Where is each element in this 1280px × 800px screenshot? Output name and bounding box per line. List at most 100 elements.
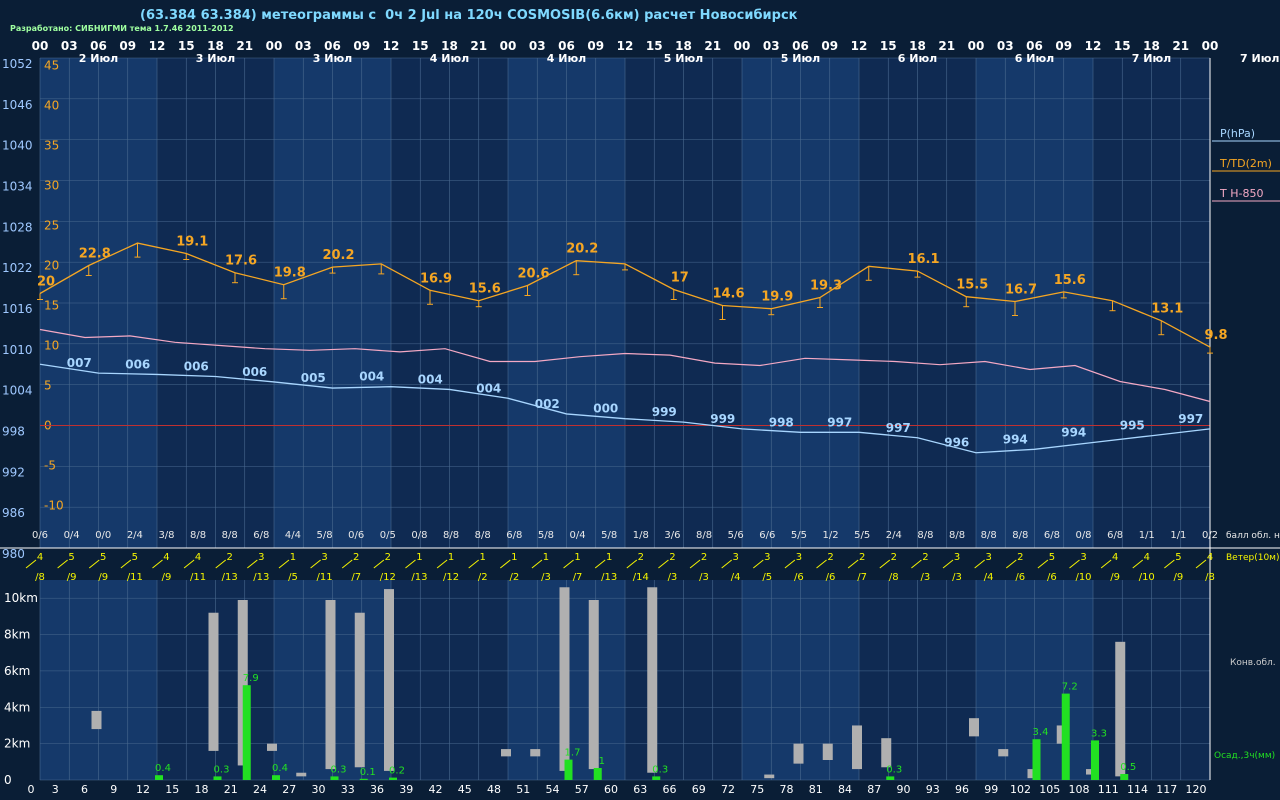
pressure-label: 997 (827, 415, 852, 429)
hour-tick-lower: 63 (633, 783, 647, 796)
wind-arrow (120, 559, 132, 569)
wind-speed: 2 (827, 552, 833, 563)
wind-gust: /4 (731, 572, 741, 583)
wind-arrow (752, 559, 764, 569)
hour-tick-lower: 15 (165, 783, 179, 796)
temp-label: 17 (671, 271, 689, 286)
hour-tick: 06 (558, 39, 575, 53)
wind-gust: /11 (317, 572, 333, 583)
precip-bar (1120, 774, 1129, 780)
hour-tick-lower: 57 (575, 783, 589, 796)
wind-arrow (626, 559, 638, 569)
temp-label: 15.6 (1054, 273, 1086, 288)
wind-speed: 4 (163, 552, 169, 563)
hour-tick-lower: 24 (253, 783, 267, 796)
hour-tick: 18 (675, 39, 692, 53)
hour-tick: 15 (646, 39, 663, 53)
hour-tick-lower: 60 (604, 783, 618, 796)
pressure-label: 007 (67, 356, 92, 370)
wind-arrow (689, 559, 701, 569)
wind-speed: 1 (448, 552, 454, 563)
hour-tick-lower: 105 (1039, 783, 1060, 796)
wind-speed: 1 (416, 552, 422, 563)
legend-conv: Конв.обл. (1230, 658, 1276, 668)
wind-arrow (1037, 559, 1049, 569)
hour-tick: 21 (1172, 39, 1189, 53)
temp-tick: 15 (44, 299, 59, 313)
temp-tick: 25 (44, 219, 59, 233)
pressure-tick: 1052 (2, 57, 33, 71)
wind-arrow (468, 559, 480, 569)
pressure-tick: 1022 (2, 261, 33, 275)
precip-label: 0.5 (1120, 762, 1136, 773)
temp-label: 17.6 (225, 254, 257, 269)
wind-speed: 5 (68, 552, 74, 563)
hour-tick: 00 (266, 39, 283, 53)
pressure-label: 004 (359, 370, 384, 384)
precip-label: 0.3 (886, 764, 902, 775)
cloud-fraction: 0/8 (1075, 530, 1091, 541)
pressure-label: 004 (476, 381, 501, 395)
pressure-tick: 998 (2, 425, 25, 439)
precip-bar (213, 776, 222, 780)
hour-tick: 09 (821, 39, 838, 53)
conv-cloud-bar (296, 772, 307, 777)
temp-label: 19.9 (761, 290, 793, 305)
hour-tick-lower: 114 (1127, 783, 1148, 796)
precip-bar (330, 776, 339, 780)
pressure-label: 997 (886, 421, 911, 435)
hour-tick-lower: 96 (955, 783, 969, 796)
wind-arrow (152, 559, 163, 569)
cloud-fraction: 8/8 (696, 530, 712, 541)
hour-tick-lower: 12 (136, 783, 150, 796)
wind-gust: /3 (952, 572, 962, 583)
cloud-fraction: 0/4 (64, 530, 80, 541)
wind-arrow (25, 559, 37, 569)
wind-gust: /9 (1110, 572, 1120, 583)
temp-tick: 45 (44, 59, 59, 73)
conv-cloud-bar (881, 738, 892, 768)
conv-cloud-bar (852, 725, 862, 770)
wind-speed: 3 (321, 552, 327, 563)
height-tick: 10km (4, 591, 38, 605)
wind-arrow (247, 559, 258, 569)
cloud-fraction: 0/2 (1202, 530, 1218, 541)
wind-arrow (721, 559, 732, 569)
pressure-tick: 980 (2, 547, 25, 561)
precip-bar (564, 759, 573, 780)
cloud-fraction: 0/6 (348, 530, 364, 541)
wind-arrow (1132, 559, 1144, 569)
height-tick: 6km (4, 664, 30, 678)
conv-cloud-bar (969, 718, 979, 737)
wind-arrow (594, 559, 606, 569)
temp-label: 16.7 (1005, 283, 1037, 298)
hour-tick: 12 (1085, 39, 1102, 53)
hour-tick: 06 (90, 39, 107, 53)
precip-label: 7.2 (1062, 682, 1078, 693)
wind-arrow (847, 559, 859, 569)
precip-label: 7.9 (243, 673, 259, 684)
hour-tick-lower: 39 (399, 783, 413, 796)
conv-cloud-bar (354, 612, 365, 768)
temp-tick: 30 (44, 179, 59, 193)
cloud-fraction: 6/8 (253, 530, 269, 541)
hour-tick: 03 (529, 39, 546, 53)
wind-gust: /10 (1075, 572, 1091, 583)
conv-cloud-bar (530, 749, 541, 757)
hour-tick: 21 (704, 39, 721, 53)
hour-tick-lower: 117 (1156, 783, 1177, 796)
wind-gust: /4 (984, 572, 994, 583)
cloud-fraction: 8/8 (443, 530, 459, 541)
wind-arrow (974, 559, 985, 569)
hour-tick-lower: 87 (867, 783, 881, 796)
hour-tick: 12 (149, 39, 166, 53)
cloud-fraction: 8/8 (190, 530, 206, 541)
wind-speed: 1 (480, 552, 486, 563)
legend-precip: Осад.,3ч(мм) (1214, 751, 1275, 761)
wind-gust: /5 (762, 572, 772, 583)
hour-tick: 21 (236, 39, 253, 53)
wind-speed: 1 (290, 552, 296, 563)
wind-speed: 2 (353, 552, 359, 563)
hour-tick: 21 (938, 39, 955, 53)
precip-label: 0.3 (214, 764, 230, 775)
